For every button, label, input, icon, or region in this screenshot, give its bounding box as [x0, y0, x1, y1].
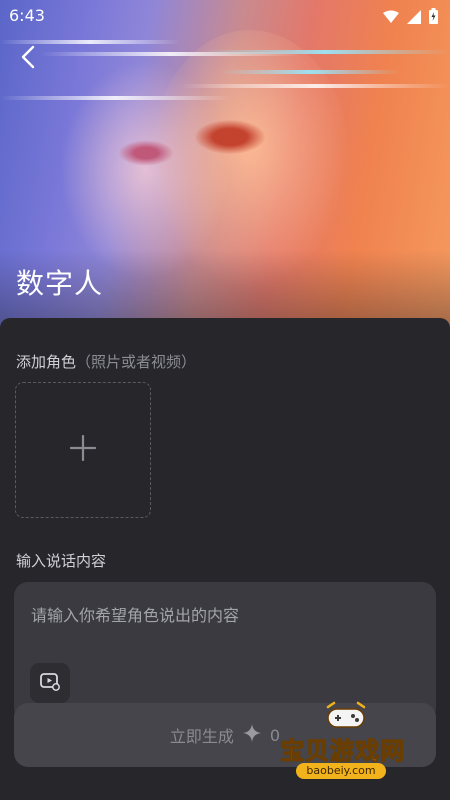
watermark-url: baobeiy.com: [296, 763, 386, 779]
speech-label: 输入说话内容: [16, 552, 107, 570]
add-role-hint: （照片或者视频）: [76, 353, 197, 371]
gamepad-icon: [324, 699, 368, 735]
hero-light-streak: [0, 96, 230, 100]
plus-icon: [69, 434, 97, 465]
generate-label: 立即生成: [169, 727, 234, 746]
hero-lips-right: [195, 120, 265, 154]
signal-icon: [407, 9, 421, 28]
watermark-text: 宝贝游戏网: [280, 737, 405, 766]
add-role-title: 添加角色: [16, 353, 77, 371]
battery-icon: [429, 8, 438, 28]
wifi-icon: [383, 9, 399, 28]
video-upload-icon: [39, 670, 61, 696]
watermark: 宝贝游戏网 baobeiy.com: [272, 695, 422, 783]
hero-light-streak: [220, 70, 400, 74]
media-upload-button[interactable]: [30, 663, 70, 703]
add-role-label: 添加角色（照片或者视频）: [16, 351, 196, 372]
page-title: 数字人: [16, 267, 104, 300]
back-button[interactable]: [14, 42, 44, 72]
status-icons: [383, 8, 438, 28]
status-bar: 6:43: [0, 0, 450, 32]
speech-input-placeholder: 请输入你希望角色说出的内容: [31, 606, 240, 625]
add-role-button[interactable]: [15, 382, 151, 518]
hero-light-streak: [200, 50, 450, 54]
status-time: 6:43: [9, 6, 45, 25]
sparkle-icon: [242, 723, 262, 747]
hero-light-streak: [180, 84, 450, 88]
hero-lips-left: [118, 140, 174, 166]
chevron-left-icon: [14, 45, 44, 76]
